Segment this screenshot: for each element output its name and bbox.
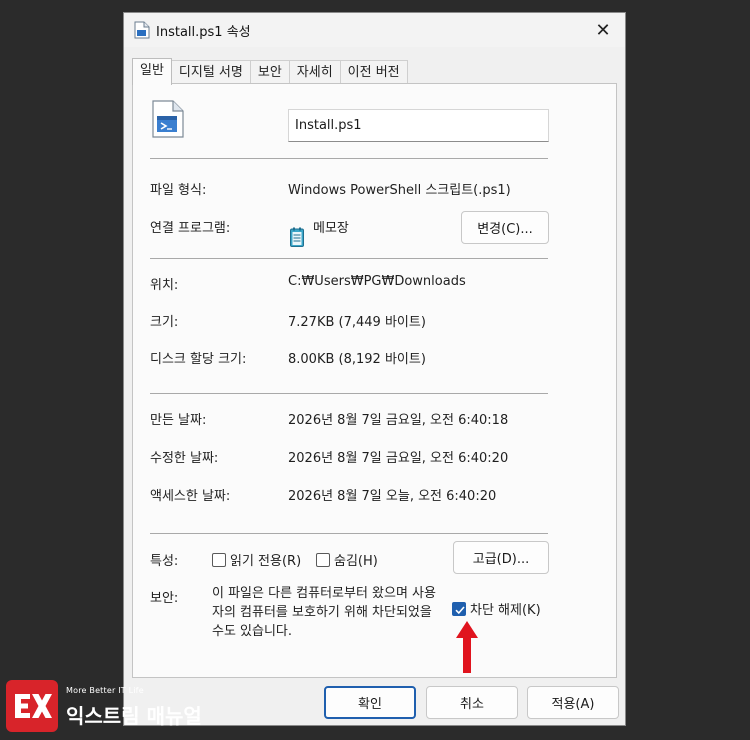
unblock-checkbox-box[interactable] [452, 601, 466, 616]
accessed-label: 액세스한 날짜: [150, 489, 231, 504]
disk-size-value: 8.00KB (8,192 바이트) [288, 352, 426, 367]
watermark: More Better IT Life 익스트림 매뉴얼 [6, 680, 226, 732]
watermark-tagline: More Better IT Life [66, 686, 144, 695]
open-with-label: 연결 프로그램: [150, 221, 231, 236]
unblock-label: 차단 해제(K) [470, 603, 541, 618]
separator [150, 393, 548, 394]
size-value: 7.27KB (7,449 바이트) [288, 315, 426, 330]
accessed-value: 2026년 8월 7일 오늘, 오전 6:40:20 [288, 489, 497, 504]
properties-dialog: Install.ps1 속성 ✕ 일반 디지털 서명 보안 자세히 이전 버전 … [123, 12, 626, 726]
tab-previous-versions[interactable]: 이전 버전 [339, 60, 408, 85]
close-button[interactable]: ✕ [581, 13, 625, 47]
cancel-button[interactable]: 취소 [426, 686, 518, 719]
filename-input[interactable] [288, 109, 549, 142]
title-bar: Install.ps1 속성 ✕ [124, 13, 625, 47]
security-label: 보안: [150, 591, 179, 606]
readonly-checkbox-box[interactable] [212, 552, 226, 567]
general-panel: 파일 형식: Windows PowerShell 스크립트(.ps1) 연결 … [132, 83, 617, 678]
separator [150, 258, 548, 259]
hidden-checkbox[interactable]: 숨김(H) [316, 550, 378, 569]
ex-logo-icon [15, 694, 52, 718]
hidden-label: 숨김(H) [334, 554, 378, 569]
location-label: 위치: [150, 278, 179, 293]
size-label: 크기: [150, 315, 179, 330]
change-program-button[interactable]: 변경(C)... [461, 211, 549, 244]
hidden-checkbox-box[interactable] [316, 552, 330, 567]
script-file-icon [134, 21, 150, 39]
red-arrow-icon [456, 621, 478, 673]
tab-details[interactable]: 자세히 [288, 60, 341, 85]
tab-security[interactable]: 보안 [249, 60, 290, 85]
notepad-icon [290, 227, 304, 247]
separator [150, 533, 548, 534]
separator [150, 158, 548, 159]
file-type-label: 파일 형식: [150, 183, 207, 198]
readonly-checkbox[interactable]: 읽기 전용(R) [212, 550, 301, 569]
window-title: Install.ps1 속성 [156, 25, 251, 40]
ok-button[interactable]: 확인 [324, 686, 416, 719]
attributes-label: 특성: [150, 554, 179, 569]
disk-size-label: 디스크 할당 크기: [150, 352, 247, 367]
checkmark-icon [455, 605, 465, 614]
tab-strip: 일반 디지털 서명 보안 자세히 이전 버전 [132, 58, 408, 85]
advanced-button[interactable]: 고급(D)... [453, 541, 549, 574]
brand-logo [6, 680, 58, 732]
watermark-brand: 익스트림 매뉴얼 [66, 704, 202, 728]
close-icon: ✕ [595, 19, 611, 41]
created-label: 만든 날짜: [150, 413, 207, 428]
open-with-value: 메모장 [313, 221, 349, 236]
security-warning-text: 이 파일은 다른 컴퓨터로부터 왔으며 사용자의 컴퓨터를 보호하기 위해 차단… [212, 586, 436, 639]
file-type-value: Windows PowerShell 스크립트(.ps1) [288, 183, 511, 198]
apply-button[interactable]: 적용(A) [527, 686, 619, 719]
tab-digital-signature[interactable]: 디지털 서명 [170, 60, 251, 85]
modified-value: 2026년 8월 7일 금요일, 오전 6:40:20 [288, 451, 509, 466]
readonly-label: 읽기 전용(R) [230, 554, 302, 569]
tab-general[interactable]: 일반 [132, 58, 172, 85]
modified-label: 수정한 날짜: [150, 451, 219, 466]
created-value: 2026년 8월 7일 금요일, 오전 6:40:18 [288, 413, 509, 428]
powershell-file-icon [152, 100, 184, 138]
unblock-checkbox[interactable]: 차단 해제(K) [452, 599, 541, 618]
location-value: C:₩Users₩PG₩Downloads [288, 274, 466, 289]
